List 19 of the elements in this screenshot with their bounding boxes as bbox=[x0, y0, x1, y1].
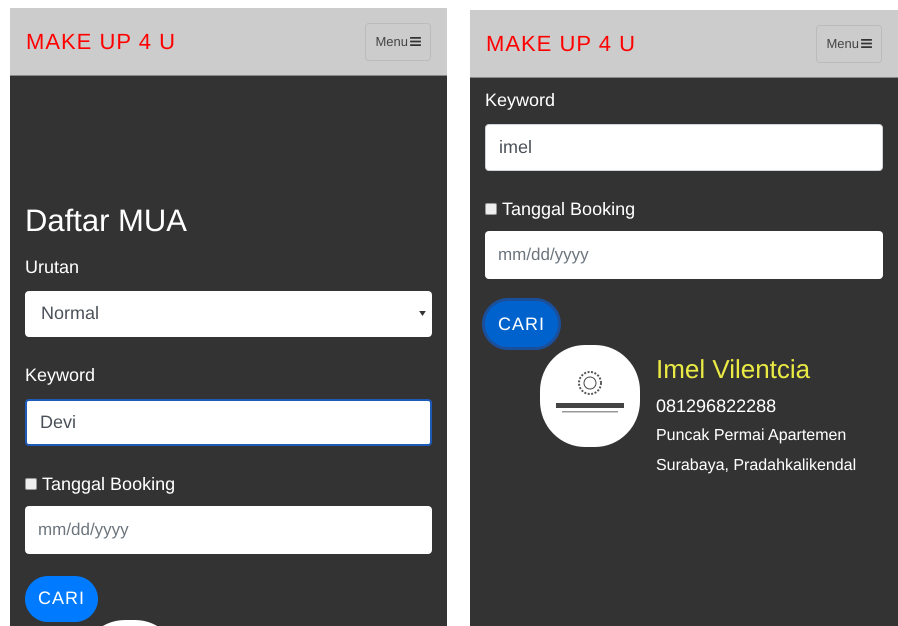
checkbox-label: Tanggal Booking bbox=[502, 198, 636, 221]
field-label: Keyword bbox=[25, 364, 96, 384]
sort-select[interactable]: Normal bbox=[25, 290, 432, 336]
keyword-input[interactable]: imel bbox=[485, 124, 883, 171]
field-label: Urutan bbox=[25, 256, 80, 276]
page-heading: Daftar MUA bbox=[25, 202, 188, 240]
field-label: Keyword bbox=[485, 90, 556, 110]
menu-button[interactable]: Menu bbox=[816, 24, 882, 62]
artist-name: Imel Vilentcia bbox=[656, 353, 812, 386]
search-button[interactable]: CARI bbox=[485, 301, 558, 347]
search-button[interactable]: CARI bbox=[25, 576, 98, 622]
phone-number: 081296822288 bbox=[656, 395, 778, 418]
address-line: Puncak Permai Apartemen bbox=[656, 426, 848, 446]
date-field[interactable]: mm/dd/yyyy bbox=[485, 231, 883, 279]
keyword-input[interactable]: Devi bbox=[25, 398, 432, 446]
address-line: Surabaya, Pradahkalikendal bbox=[656, 456, 856, 476]
checkbox-label: Tanggal Booking bbox=[42, 472, 176, 496]
menu-button[interactable]: Menu bbox=[365, 22, 431, 60]
date-field[interactable]: mm/dd/yyyy bbox=[25, 506, 432, 554]
